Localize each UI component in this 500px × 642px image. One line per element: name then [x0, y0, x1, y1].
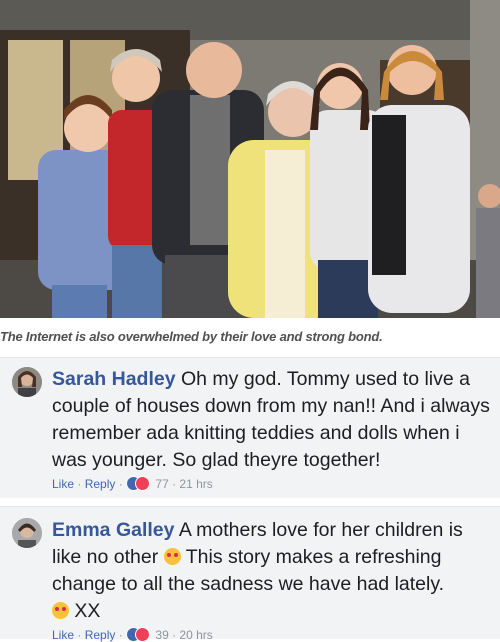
like-button[interactable]: Like	[52, 477, 74, 491]
comment-actions: Like · Reply · 39 · 20 hrs	[52, 627, 213, 642]
reactions-icon[interactable]	[126, 627, 152, 642]
reply-button[interactable]: Reply	[85, 628, 116, 642]
comment-actions: Like · Reply · 77 · 21 hrs	[52, 476, 213, 491]
reply-button[interactable]: Reply	[85, 477, 116, 491]
comment-item: Sarah Hadley Oh my god. Tommy used to li…	[0, 357, 500, 498]
comment-text-part3: XX	[74, 600, 101, 622]
like-button[interactable]: Like	[52, 628, 74, 642]
reaction-count[interactable]: 39	[155, 628, 168, 642]
comment-time[interactable]: 20 hrs	[179, 628, 212, 642]
kiss-emoji-icon	[52, 602, 69, 619]
comment-time[interactable]: 21 hrs	[179, 477, 212, 491]
love-reaction-icon	[135, 476, 151, 491]
reaction-count[interactable]: 77	[155, 477, 168, 491]
family-photo	[0, 0, 500, 318]
heart-eyes-emoji-icon	[163, 548, 181, 565]
comment-item: Emma Galley A mothers love for her child…	[0, 506, 500, 642]
photo-caption: The Internet is also overwhelmed by thei…	[0, 329, 383, 344]
love-reaction-icon	[135, 627, 151, 642]
comment-author-link[interactable]: Sarah Hadley	[52, 368, 176, 390]
avatar[interactable]	[12, 367, 42, 397]
avatar[interactable]	[12, 518, 42, 548]
comment-author-link[interactable]: Emma Galley	[52, 519, 174, 541]
reactions-icon[interactable]	[126, 476, 152, 491]
